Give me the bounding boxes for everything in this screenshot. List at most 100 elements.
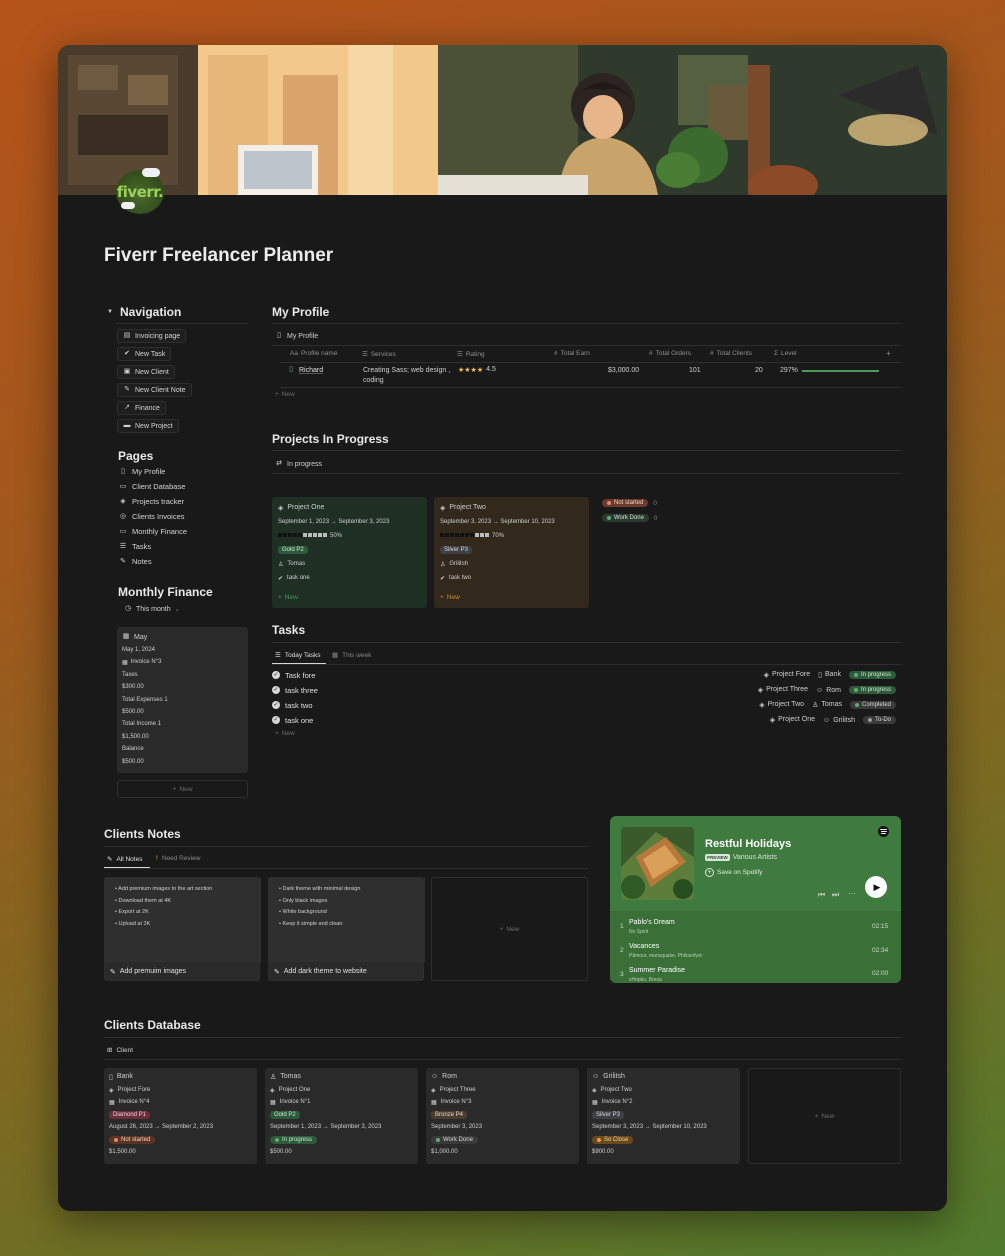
note-card[interactable]: • Add premium images to the art section …: [104, 877, 261, 981]
page-link-label: Clients Invoices: [132, 512, 185, 521]
page-link-tasks[interactable]: ☰ Tasks: [119, 542, 151, 551]
note-card[interactable]: • Dark theme with minimal design • Only …: [268, 877, 425, 981]
group-not-started[interactable]: Not started 0: [602, 499, 657, 507]
task-row[interactable]: ✓ task one ◈ Project One ☺ Grilitsh To-Do: [272, 713, 896, 727]
hash-icon: #: [710, 350, 714, 357]
more-options-icon[interactable]: ···: [848, 889, 856, 898]
col-total-orders[interactable]: # Total Orders: [649, 350, 691, 357]
expenses-label: Total Expenses 1: [122, 697, 168, 703]
task-row[interactable]: ✓ Task fore ◈ Project Fore ▯ Bank In progr…: [272, 668, 896, 682]
note-bullet: • Add premium images to the art section: [115, 886, 213, 892]
tab-need-review[interactable]: ! Need Review: [156, 855, 200, 862]
page-title: Fiverr Freelancer Planner: [104, 245, 334, 266]
client-view-tab[interactable]: ⊞ Client: [107, 1046, 133, 1055]
play-button[interactable]: ▶: [865, 876, 887, 898]
tab-today-tasks[interactable]: ☰ Today Tasks: [275, 651, 320, 660]
note-edit-icon: ✎: [120, 557, 126, 565]
profile-new-row-button[interactable]: + New: [275, 391, 295, 398]
track-row[interactable]: 3 Summer Paradise xHopko, Brexa 02:00: [610, 965, 901, 983]
client-new-button[interactable]: + New: [748, 1068, 901, 1164]
client-project: Project Fore: [117, 1087, 151, 1093]
tab-this-week[interactable]: ▦ This week: [332, 651, 371, 660]
client-card-grilitsh[interactable]: ☺ Grilitsh ◈ Project Two ▦ Invoice N°2 Silv…: [587, 1068, 740, 1164]
this-month-filter[interactable]: ◷ This month ⌄: [124, 605, 180, 613]
client-card-bank[interactable]: ▯ Bank ◈ Project Fore ▦ Invoice N°4 Diamond…: [104, 1068, 257, 1164]
task-row[interactable]: ✓ task two ◈ Project Two ♙ Tomas Completed: [272, 698, 896, 712]
track-name: Pablo's Dream: [629, 919, 675, 926]
task-new-button[interactable]: + New: [275, 730, 295, 737]
tab-all-notes[interactable]: ✎ All Notes: [107, 855, 142, 864]
plus-icon: +: [278, 594, 282, 601]
page-link-my-profile[interactable]: ▯ My Profile: [119, 467, 165, 476]
progress-value: 50%: [330, 533, 343, 539]
navigation-toggle[interactable]: ▼ Navigation: [106, 305, 181, 319]
profile-row-name[interactable]: ▯ Richard: [287, 366, 323, 374]
rating-value: 4.5: [486, 366, 496, 373]
col-rating[interactable]: ☰ Rating: [457, 350, 485, 359]
plus-icon: +: [172, 785, 177, 793]
track-number: 2: [620, 947, 624, 954]
project-name: Project One: [287, 504, 325, 511]
page-link-monthly-finance[interactable]: ▭ Monthly Finance: [119, 527, 187, 536]
project-card-one[interactable]: ◈ Project One September 1, 2023 → Septemb…: [272, 497, 427, 608]
project-dates: September 1, 2023 → September 3, 2023: [278, 519, 390, 525]
col-level[interactable]: Σ Level: [774, 350, 797, 357]
status-badge: In progress: [848, 686, 896, 694]
project-new-button[interactable]: + New: [278, 594, 298, 601]
my-profile-view-tab[interactable]: ▯ My Profile: [275, 332, 318, 340]
hash-icon: #: [554, 350, 558, 357]
client-card-rom[interactable]: ☺ Rom ◈ Project Three ▦ Invoice N°3 Bronze …: [426, 1068, 579, 1164]
folder-icon: ▬: [123, 422, 131, 429]
profile-total-orders: 101: [689, 367, 701, 374]
page-link-projects-tracker[interactable]: ◈ Projects tracker: [119, 497, 184, 506]
project-card-two[interactable]: ◈ Project Two September 3, 2023 → Septemb…: [434, 497, 589, 608]
page-link-clients-invoices[interactable]: ◎ Clients Invoices: [119, 512, 185, 521]
in-progress-view-tab[interactable]: ⇄ In progress: [275, 460, 322, 468]
phone-icon: ▯: [121, 467, 125, 475]
new-client-button[interactable]: ▣ New Client: [117, 365, 175, 379]
progress-square: [293, 533, 297, 537]
person-icon: ♙: [270, 1074, 277, 1081]
finance-card-may[interactable]: ▦ May May 1, 2024 ▦ Invoice N°3 Taxes $300…: [117, 627, 248, 773]
col-services[interactable]: ☰ Services: [362, 350, 396, 359]
new-project-button[interactable]: ▬ New Project: [117, 419, 179, 433]
clients-database-heading: Clients Database: [104, 1018, 201, 1032]
track-row[interactable]: 2 Vacances Pâmour, mansquake, Philosofys…: [610, 941, 901, 965]
note-edit-icon: ✎: [274, 969, 280, 976]
col-total-clients[interactable]: # Total Clients: [710, 350, 752, 357]
phone-icon: ▯: [818, 672, 823, 679]
save-on-spotify-button[interactable]: + Save on Spotify: [705, 868, 763, 877]
status-badge: To-Do: [862, 716, 896, 724]
add-column-icon[interactable]: +: [886, 349, 891, 358]
project-new-button[interactable]: + New: [440, 594, 460, 601]
tier-tag: Silver P3: [592, 1111, 625, 1119]
client-card-tomas[interactable]: ♙ Tomas ◈ Project One ▦ Invoice N°1 Gold P2…: [265, 1068, 418, 1164]
col-profile-name[interactable]: Aa Profile name: [290, 350, 337, 357]
client-amount: $900.00: [592, 1149, 614, 1155]
group-label: Work Done: [614, 515, 644, 521]
profile-services-line2: coding: [363, 377, 384, 384]
previous-track-icon[interactable]: ⏮: [818, 890, 825, 900]
new-client-note-button[interactable]: ✎ New Client Note: [117, 383, 192, 397]
finance-card-invoice: Invoice N°3: [130, 659, 162, 665]
new-task-button[interactable]: ✔ New Task: [117, 347, 172, 361]
group-work-done[interactable]: Work Done 0: [602, 514, 658, 522]
finance-new-button[interactable]: + New: [117, 780, 248, 798]
progress-square: [445, 533, 449, 537]
playlist-title[interactable]: Restful Holidays: [705, 838, 791, 850]
task-row[interactable]: ✓ task three ◈ Project Three ☺ Rom In prog…: [272, 683, 896, 697]
col-total-earn[interactable]: # Total Earn: [554, 350, 590, 357]
invoicing-page-button[interactable]: ▤ Invoicing page: [117, 329, 187, 343]
tab-label: Need Review: [161, 855, 201, 862]
track-row[interactable]: 1 Pablo's Dream No Spirit 02:15: [610, 917, 901, 941]
note-new-button[interactable]: + New: [431, 877, 588, 981]
page-link-client-database[interactable]: ▭ Client Database: [119, 482, 186, 491]
plus-icon: +: [275, 730, 279, 737]
next-track-icon[interactable]: ⏭: [832, 890, 839, 900]
page-link-notes[interactable]: ✎ Notes: [119, 557, 152, 566]
finance-button[interactable]: ↗ Finance: [117, 401, 166, 415]
client-invoice: Invoice N°3: [440, 1099, 472, 1105]
spotify-embed[interactable]: Restful Holidays PREVIEW Various Artists…: [610, 816, 901, 983]
cube-icon: ◈: [278, 505, 284, 512]
project-task: task two: [449, 575, 472, 581]
